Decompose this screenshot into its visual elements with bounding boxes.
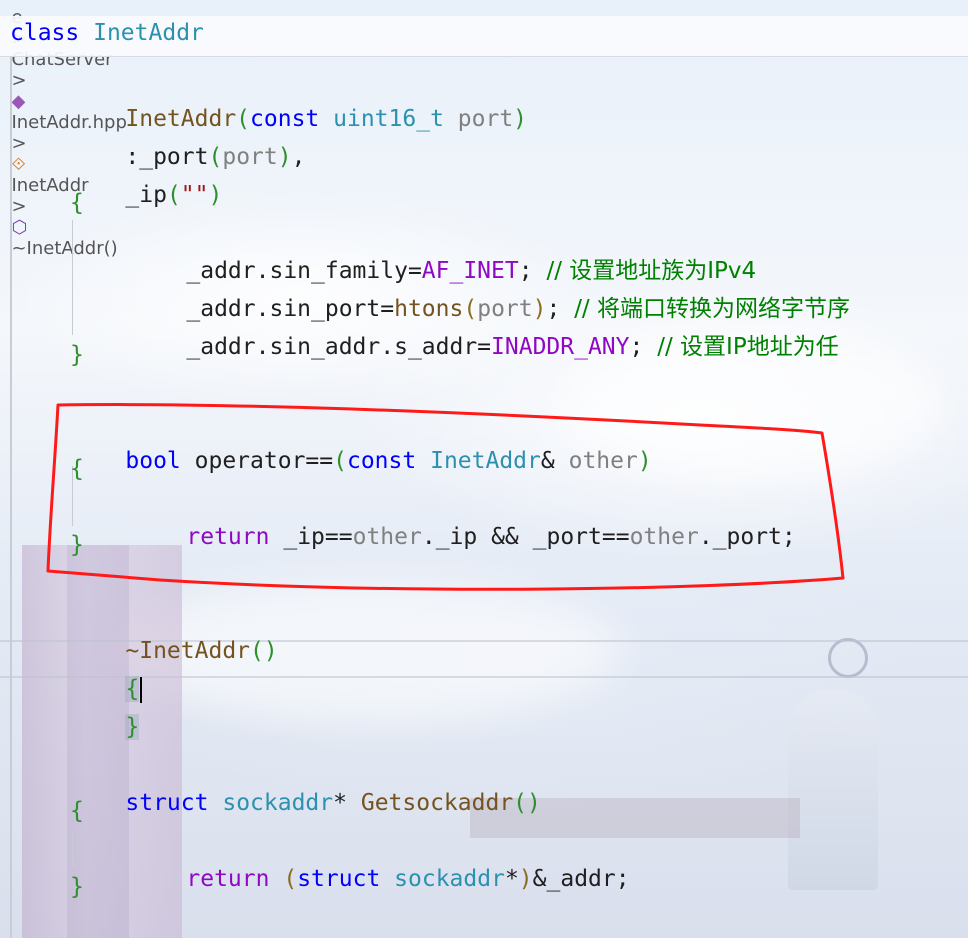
annotation-stroke <box>46 403 845 591</box>
red-annotation-outline <box>46 403 845 591</box>
